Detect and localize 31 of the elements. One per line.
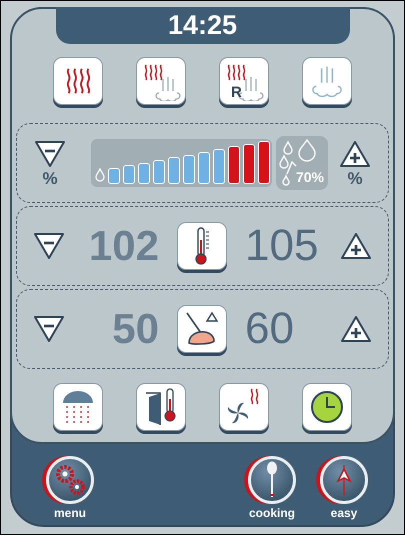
clock-icon (309, 389, 345, 425)
humidity-reading: 70% (296, 170, 324, 184)
mode-button[interactable]: R (219, 57, 269, 105)
shower-icon (61, 389, 95, 425)
temperature-button[interactable] (177, 222, 227, 270)
core-temperature-button[interactable] (177, 305, 227, 353)
function-button[interactable] (302, 383, 352, 431)
function-button[interactable] (53, 383, 103, 431)
actual-core-temperature: 50 (111, 308, 160, 350)
set-temperature: 105 (244, 224, 320, 268)
increase-button[interactable] (339, 140, 371, 168)
increase-button[interactable] (340, 315, 372, 343)
button-label: cooking (248, 507, 295, 519)
increase-button[interactable] (340, 232, 372, 260)
decrease-button[interactable] (33, 315, 65, 343)
decrease-button[interactable] (34, 140, 66, 168)
function-button[interactable] (136, 383, 186, 431)
set-core-temperature: 60 (244, 307, 295, 351)
percent-label: % (347, 170, 363, 186)
actual-temperature: 102 (88, 225, 160, 267)
decrease-button[interactable] (33, 232, 65, 260)
function-button[interactable] (219, 383, 269, 431)
spoon-icon (265, 461, 279, 499)
mode-button[interactable] (53, 57, 103, 105)
gears-icon (53, 463, 87, 497)
button-label: menu (54, 507, 86, 519)
clock: 14:25 (56, 7, 350, 44)
mode-button[interactable] (136, 57, 186, 105)
mode-button[interactable] (302, 57, 352, 105)
percent-label: % (42, 170, 58, 186)
button-label: easy (330, 507, 358, 519)
